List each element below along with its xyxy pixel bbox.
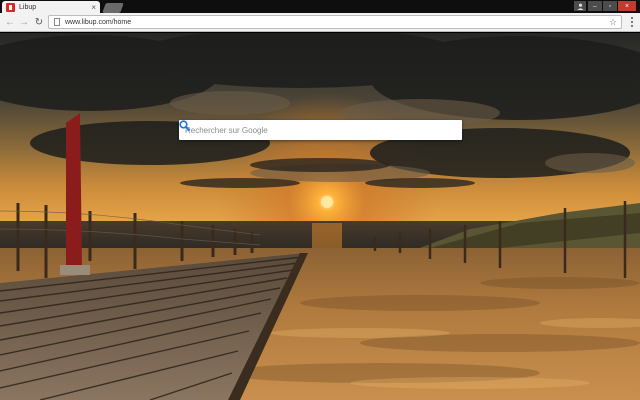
browser-toolbar: ← → ↻ www.libup.com/home ☆ (0, 13, 640, 32)
close-window-button[interactable]: × (618, 1, 636, 11)
back-button[interactable]: ← (4, 16, 16, 28)
new-tab-page (0, 33, 640, 400)
reload-button[interactable]: ↻ (33, 16, 45, 28)
browser-menu-button[interactable] (627, 16, 637, 28)
maximize-button[interactable]: ▫ (603, 1, 617, 11)
search-button[interactable] (179, 120, 462, 140)
google-search-box[interactable] (179, 120, 462, 140)
libup-logo-icon (6, 3, 15, 12)
address-url[interactable]: www.libup.com/home (65, 19, 609, 26)
tab-close-button[interactable]: × (91, 3, 96, 12)
minimize-button[interactable]: – (588, 1, 602, 11)
search-input[interactable] (179, 125, 442, 135)
page-icon (54, 18, 60, 26)
address-bar[interactable]: www.libup.com/home ☆ (48, 15, 622, 29)
bookmark-star-icon[interactable]: ☆ (609, 17, 617, 28)
tab-title: Libup (19, 4, 37, 11)
background-photo (0, 33, 640, 400)
browser-titlebar: Libup × – ▫ × (0, 0, 640, 14)
new-tab-button[interactable] (102, 3, 124, 13)
user-icon[interactable] (574, 1, 586, 11)
search-icon (179, 120, 190, 131)
forward-button[interactable]: → (18, 16, 30, 28)
